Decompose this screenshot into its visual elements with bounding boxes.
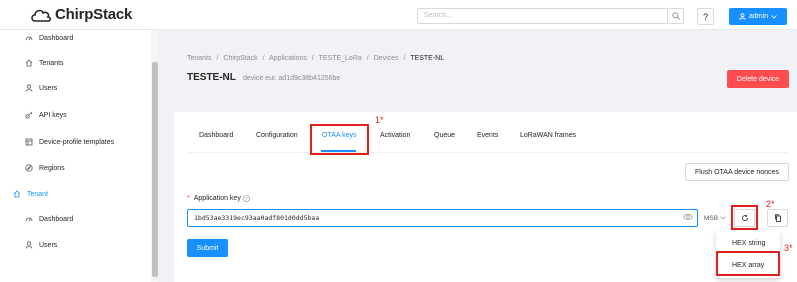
sidebar-item-label: Dashboard <box>39 34 74 42</box>
eye-icon[interactable] <box>683 213 693 221</box>
breadcrumb-item[interactable]: TESTE_LoRa <box>319 55 362 62</box>
label-text: Application key <box>193 195 241 202</box>
tab-events[interactable]: Events <box>477 132 498 139</box>
user-menu-button[interactable]: admin <box>729 8 787 25</box>
tab-queue[interactable]: Queue <box>434 132 455 139</box>
annotation-mark-2: 2* <box>766 199 775 209</box>
tabs-divider <box>187 152 789 153</box>
annotation-box-2 <box>731 205 758 230</box>
sidebar-item-label: Dashboard <box>39 215 74 223</box>
template-icon <box>24 138 33 147</box>
copy-icon <box>774 214 781 222</box>
key-icon <box>24 111 33 120</box>
search-button[interactable] <box>668 8 684 24</box>
breadcrumb-separator: / <box>311 55 314 62</box>
help-circle-icon[interactable]: ? <box>243 195 250 202</box>
user-name: admin <box>748 13 769 20</box>
annotation-box-1 <box>310 124 369 155</box>
svg-text:?: ? <box>245 196 248 201</box>
annotation-mark-3: 3* <box>784 243 793 253</box>
sidebar-item-tenant[interactable]: Tenant <box>12 183 162 205</box>
sidebar-item-label: Tenants <box>39 59 64 67</box>
breadcrumb-item[interactable]: Applications <box>269 55 307 62</box>
sidebar-item-label: API keys <box>39 111 67 119</box>
byte-order-value: MSB <box>704 214 719 222</box>
dashboard-icon <box>24 215 33 224</box>
sidebar-item-label: Users <box>39 84 58 92</box>
annotation-box-3 <box>716 251 780 276</box>
sidebar-item-label: Regions <box>39 164 65 172</box>
cloud-logo-icon <box>31 9 52 22</box>
search-placeholder: Search... <box>424 12 453 19</box>
dashboard-icon <box>24 34 33 43</box>
menu-item-hex-string[interactable]: HEX string <box>716 233 780 253</box>
breadcrumb-item[interactable]: Devices <box>374 55 399 62</box>
user-icon <box>24 241 33 250</box>
chevron-down-icon <box>771 14 777 19</box>
delete-device-button[interactable]: Delete device <box>727 70 789 88</box>
flush-otaa-nonces-button[interactable]: Flush OTAA device nonces <box>685 163 789 181</box>
tab-activation[interactable]: Activation <box>380 132 410 139</box>
breadcrumb-separator: / <box>366 55 369 62</box>
search-icon <box>671 12 680 20</box>
home-icon <box>24 59 33 68</box>
breadcrumb-separator: / <box>216 55 219 62</box>
user-icon <box>739 13 746 20</box>
required-mark: * <box>187 195 190 202</box>
top-header: ChirpStack Search... ? admin <box>0 0 797 30</box>
tab-lorawan-frames[interactable]: LoRaWAN frames <box>520 132 576 139</box>
application-key-value: 1bd53ae3319ec93aa0adf801d0dd5baa <box>194 214 320 222</box>
home-icon <box>12 190 21 199</box>
breadcrumb-item[interactable]: Tenants <box>187 55 212 62</box>
delete-label: Delete device <box>736 75 780 83</box>
tab-configuration[interactable]: Configuration <box>256 132 298 139</box>
sidebar-scrollbar[interactable] <box>151 30 159 282</box>
user-icon <box>24 84 33 93</box>
breadcrumb-separator: / <box>403 55 406 62</box>
application-key-label: * Application key ? <box>187 195 250 202</box>
copy-key-button[interactable] <box>767 209 788 227</box>
menu-item-label: HEX string <box>732 239 766 247</box>
sidebar-item-label: Users <box>39 241 58 249</box>
help-button[interactable]: ? <box>697 8 714 25</box>
tab-dashboard[interactable]: Dashboard <box>199 132 233 139</box>
scrollbar-thumb[interactable] <box>152 62 158 277</box>
search-input[interactable]: Search... <box>417 8 668 24</box>
breadcrumb-item[interactable]: ChirpStack <box>223 55 257 62</box>
chevron-down-icon <box>720 216 726 220</box>
application-key-input[interactable]: 1bd53ae3319ec93aa0adf801d0dd5baa <box>187 209 698 227</box>
sidebar-item-label: Device-profile templates <box>39 138 115 146</box>
device-eui: device eui: ad1d9c38b41256be <box>243 75 341 82</box>
sidebar: Dashboard Tenants Users API keys Device-… <box>0 30 160 282</box>
brand-name: ChirpStack <box>55 6 133 23</box>
breadcrumb: Tenants / ChirpStack / Applications / TE… <box>187 55 444 62</box>
page-title: TESTE-NL <box>187 72 236 83</box>
flush-label: Flush OTAA device nonces <box>695 168 779 176</box>
submit-button[interactable]: Submit <box>187 239 228 257</box>
compass-icon <box>24 164 33 173</box>
chirpstack-logo[interactable]: ChirpStack <box>30 6 132 23</box>
sidebar-item-label: Tenant <box>27 190 49 198</box>
help-label: ? <box>702 11 708 22</box>
breadcrumb-separator: / <box>262 55 265 62</box>
annotation-mark-1: 1* <box>375 115 384 125</box>
submit-label: Submit <box>196 244 219 252</box>
breadcrumb-current: TESTE-NL <box>410 55 445 62</box>
byte-order-select[interactable]: MSB <box>702 209 732 227</box>
